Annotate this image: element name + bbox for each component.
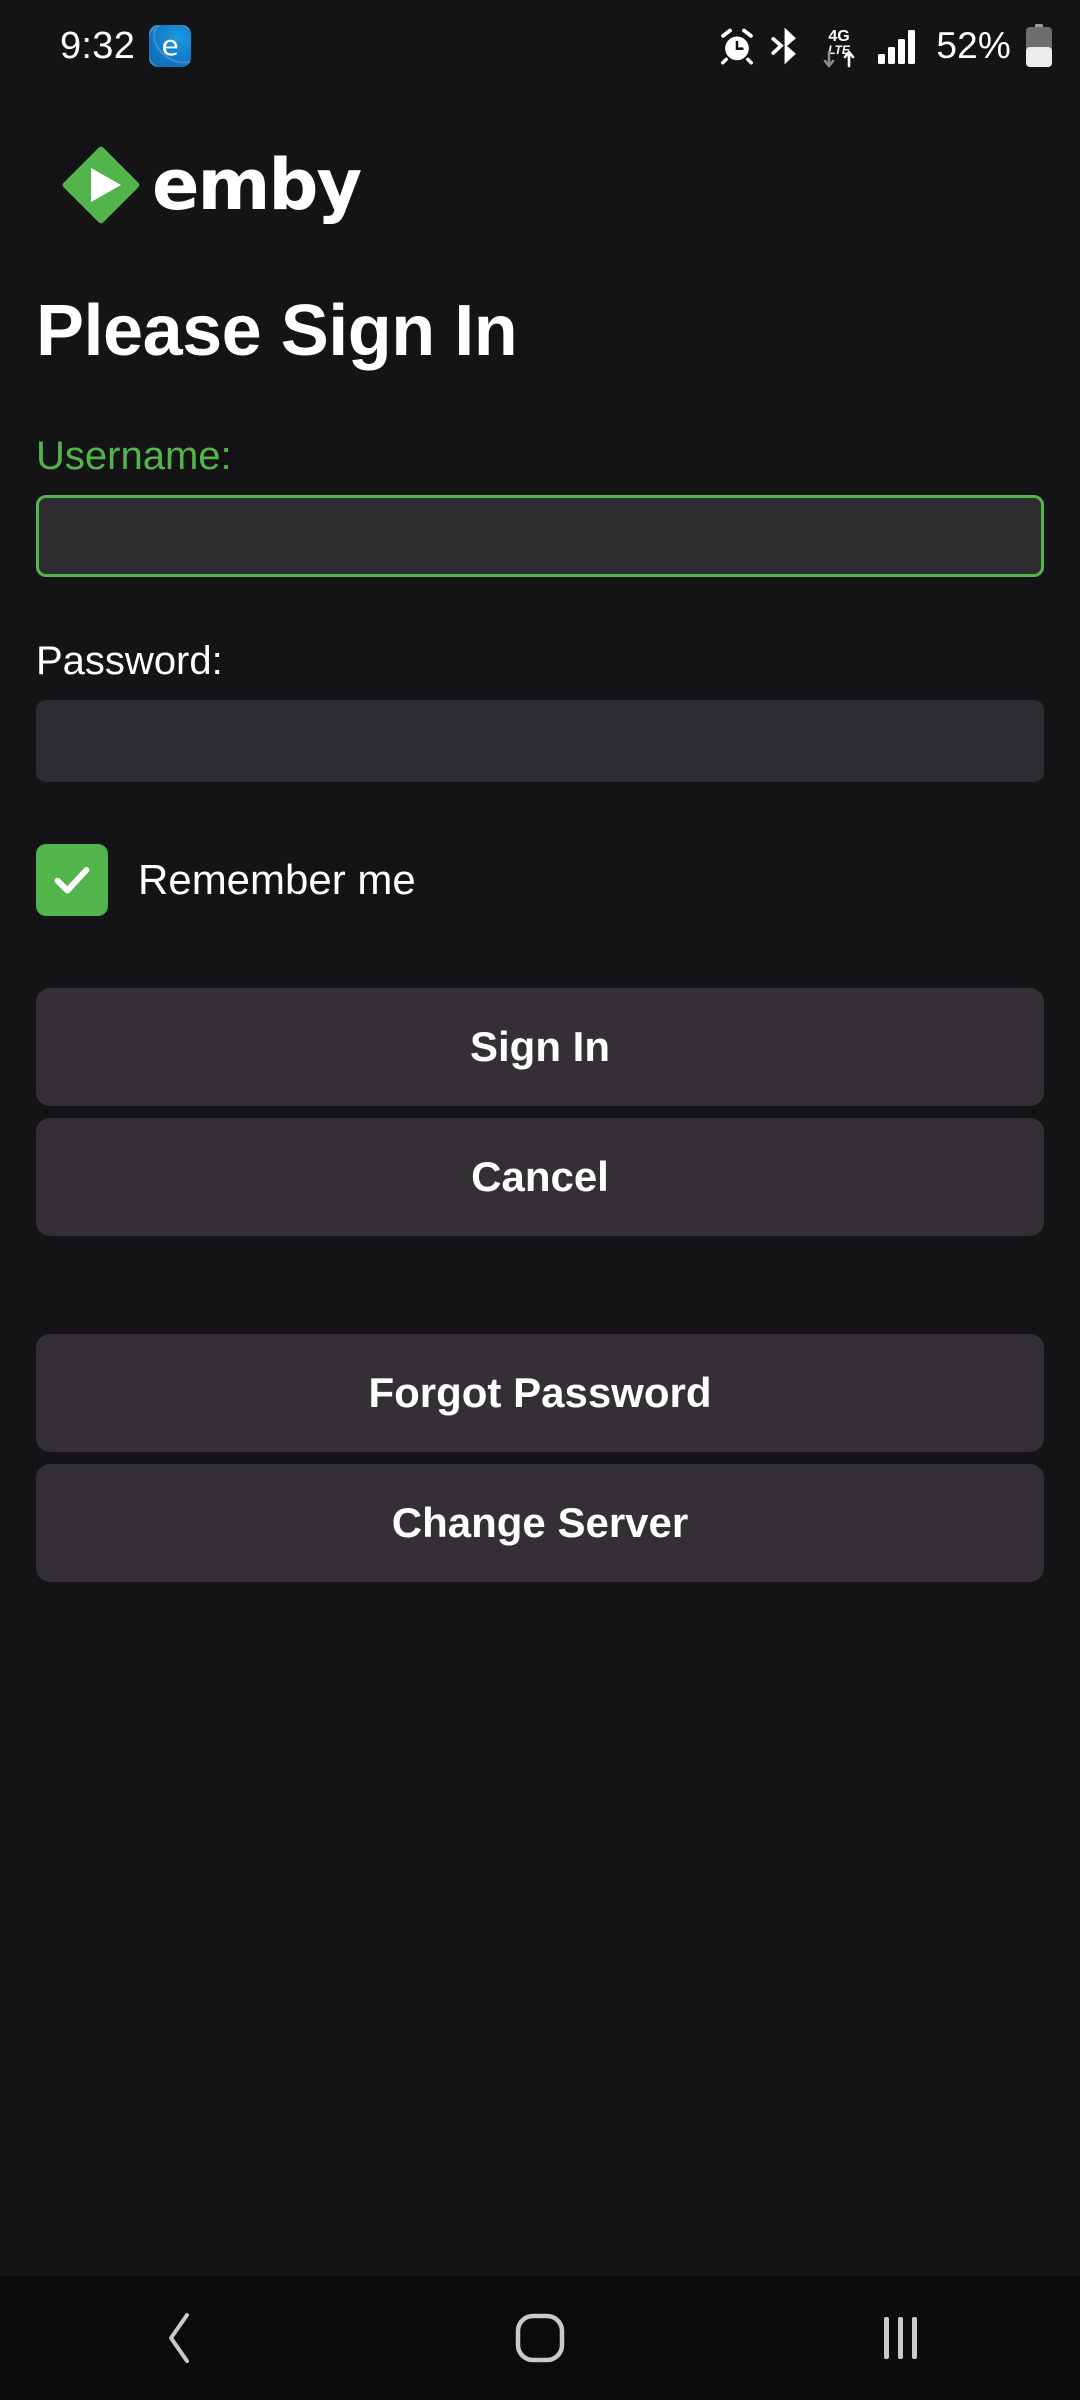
emby-diamond-play-logo <box>58 142 144 228</box>
secondary-button-group: Forgot Password Change Server <box>0 1334 1080 1582</box>
signal-bars-icon <box>878 30 916 64</box>
password-input[interactable] <box>36 700 1044 782</box>
4g-lte-data-icon: 4G LTE <box>824 28 855 68</box>
remember-me-label: Remember me <box>138 856 416 903</box>
edge-icon-letter: e <box>161 29 179 62</box>
back-icon <box>169 2313 189 2363</box>
battery-icon <box>1026 24 1052 67</box>
remember-me-row[interactable]: Remember me <box>36 844 1080 916</box>
nav-home-button[interactable] <box>440 2276 640 2400</box>
main-content: emby Please Sign In Username: Password: … <box>0 92 1080 1594</box>
android-nav-bar <box>0 2276 1080 2400</box>
nav-back-button[interactable] <box>80 2276 280 2400</box>
bluetooth-icon <box>771 27 797 65</box>
password-label: Password: <box>36 639 223 683</box>
app-screen: 9:32 e 4G LTE 52% emby Please Sign In Us… <box>0 0 1080 2400</box>
home-icon <box>515 2313 565 2363</box>
remember-me-checkbox[interactable] <box>36 844 108 916</box>
alarm-icon <box>721 28 754 65</box>
change-server-button[interactable]: Change Server <box>36 1464 1044 1582</box>
username-input[interactable] <box>36 495 1044 577</box>
nav-recents-button[interactable] <box>800 2276 1000 2400</box>
password-field-block: Password: <box>0 639 1080 782</box>
status-clock: 9:32 <box>60 24 136 67</box>
edge-browser-icon: e <box>149 25 192 67</box>
status-bar: 9:32 e 4G LTE 52% <box>0 0 1080 92</box>
username-label: Username: <box>36 434 232 478</box>
recents-icon <box>883 2317 917 2359</box>
battery-percent-label: 52% <box>936 25 1011 66</box>
cancel-button[interactable]: Cancel <box>36 1118 1044 1236</box>
status-bar-right: 4G LTE 52% <box>718 24 1054 68</box>
username-field-block: Username: <box>0 434 1080 577</box>
brand-logo: emby <box>58 142 1080 228</box>
check-icon <box>54 867 90 894</box>
status-bar-left: 9:32 e <box>60 24 192 68</box>
primary-button-group: Sign In Cancel <box>0 988 1080 1236</box>
page-title: Please Sign In <box>36 291 518 371</box>
forgot-password-button[interactable]: Forgot Password <box>36 1334 1044 1452</box>
sign-in-button[interactable]: Sign In <box>36 988 1044 1106</box>
brand-wordmark: emby <box>152 144 362 226</box>
